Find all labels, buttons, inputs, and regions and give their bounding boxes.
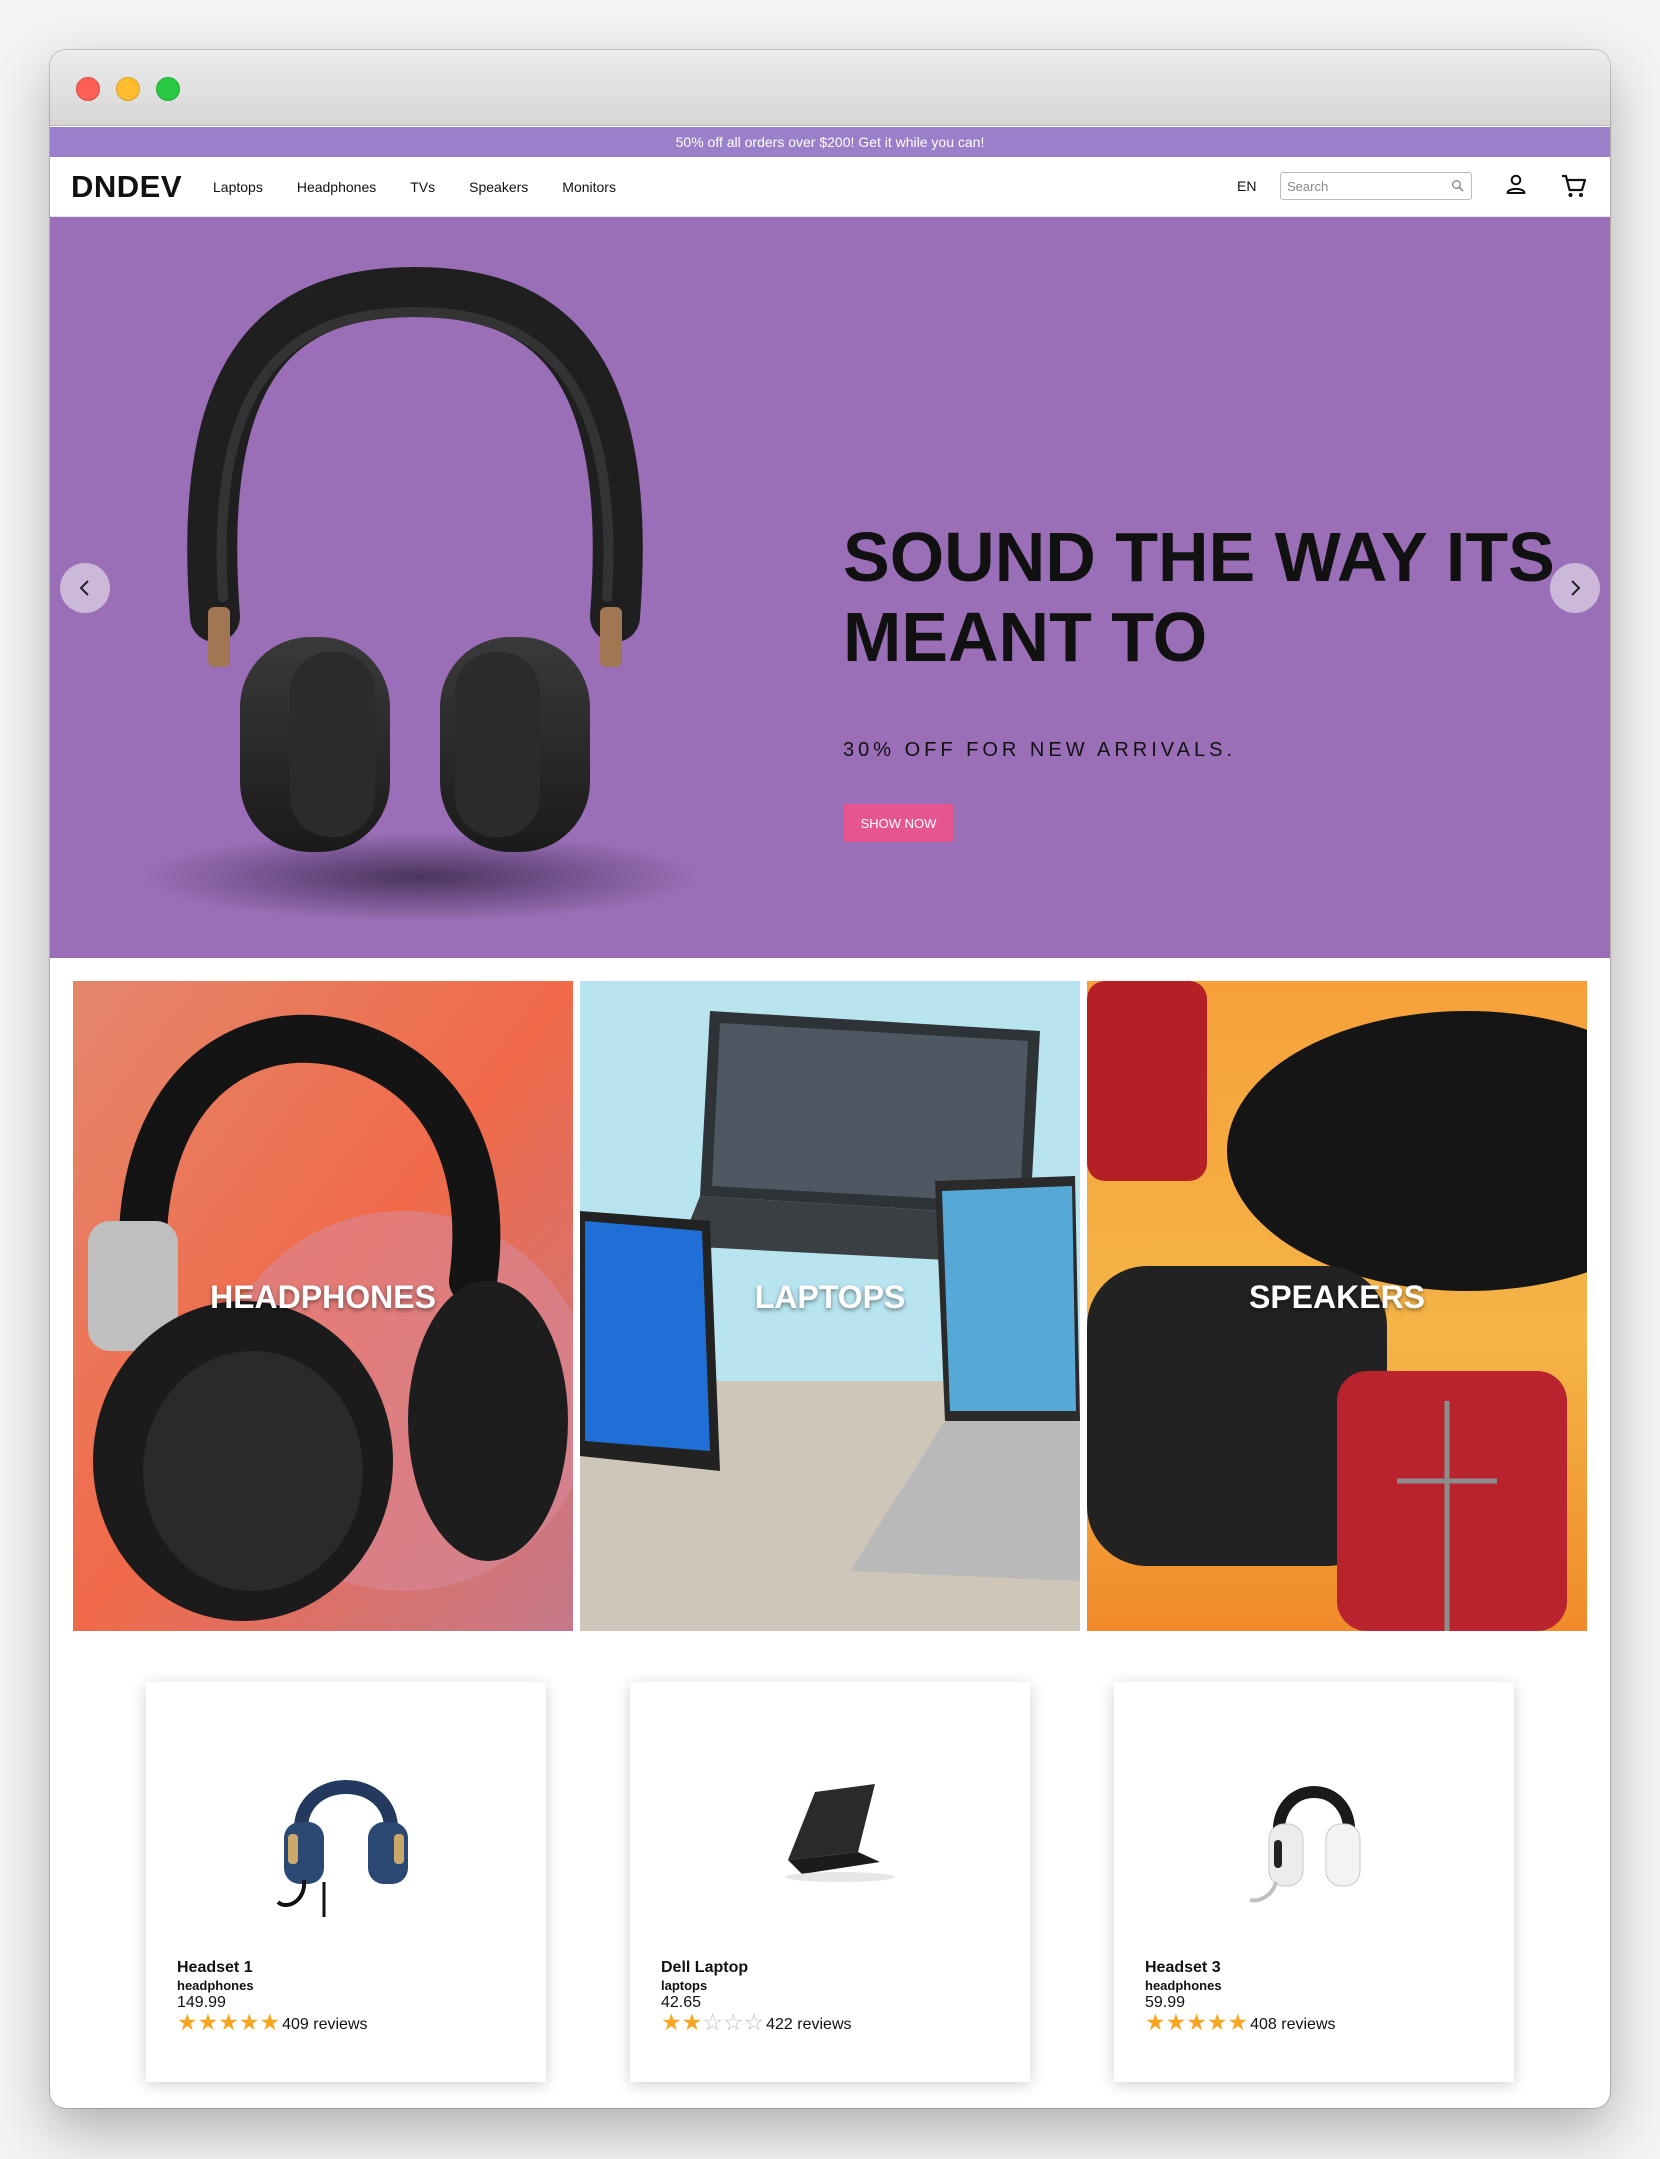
star-filled-icon: ★ [1145, 2009, 1166, 2035]
carousel-next-button[interactable] [1550, 563, 1600, 613]
nav-links: Laptops Headphones TVs Speakers Monitors [213, 157, 616, 217]
category-label-laptops: LAPTOPS [754, 1279, 906, 1315]
star-empty-icon: ☆ [722, 2009, 744, 2035]
product-name: Headset 1 [177, 1959, 253, 1976]
product-rating: ★ ★ ☆ ☆ ☆ 422 reviews [661, 2010, 852, 2034]
close-window-button[interactable] [76, 77, 100, 101]
hero-carousel: SOUND THE WAY ITS MEANT TO 30% OFF FOR N… [50, 217, 1610, 958]
star-filled-icon: ★ [1227, 2009, 1249, 2035]
navbar: DNDEV Laptops Headphones TVs Speakers Mo… [50, 157, 1610, 217]
review-count: 409 reviews [282, 2015, 368, 2033]
category-tile-headphones[interactable]: HEADPHONES [73, 981, 573, 1631]
product-name: Headset 3 [1145, 1959, 1221, 1976]
search-icon[interactable] [1451, 179, 1465, 193]
nav-link-headphones[interactable]: Headphones [297, 179, 376, 195]
product-image-dell-laptop [785, 1784, 895, 1882]
product-image-headset-1 [276, 1780, 408, 1917]
search-input[interactable] [1281, 173, 1441, 199]
hero-subtitle: 30% OFF FOR NEW ARRIVALS. [843, 739, 1237, 761]
category-label-headphones: HEADPHONES [210, 1279, 436, 1315]
promo-text: 50% off all orders over $200! Get it whi… [675, 134, 985, 150]
star-filled-icon: ★ [661, 2009, 682, 2035]
product-category: headphones [1145, 1978, 1222, 1993]
nav-link-laptops[interactable]: Laptops [213, 179, 263, 195]
star-filled-icon: ★ [218, 2009, 239, 2035]
product-card[interactable]: Headset 1 headphones 149.99 ★ ★ ★ ★ ★ 409 rev… [146, 1682, 546, 2082]
star-empty-icon: ☆ [702, 2009, 723, 2035]
star-filled-icon: ★ [177, 2009, 198, 2035]
star-empty-icon: ☆ [743, 2009, 765, 2035]
star-filled-icon: ★ [259, 2009, 281, 2035]
star-filled-icon: ★ [681, 2009, 703, 2035]
star-filled-icon: ★ [1206, 2009, 1228, 2035]
category-tile-speakers[interactable]: SPEAKERS [1087, 981, 1587, 1631]
promo-banner: 50% off all orders over $200! Get it whi… [50, 127, 1610, 157]
chevron-left-icon [79, 580, 89, 596]
product-name: Dell Laptop [661, 1959, 749, 1976]
nav-link-speakers[interactable]: Speakers [469, 179, 528, 195]
product-category: headphones [177, 1978, 254, 1993]
site-logo[interactable]: DNDEV [71, 169, 182, 205]
nav-link-monitors[interactable]: Monitors [562, 179, 616, 195]
carousel-prev-button[interactable] [60, 563, 110, 613]
maximize-window-button[interactable] [156, 77, 180, 101]
star-filled-icon: ★ [197, 2009, 219, 2035]
product-category: laptops [661, 1978, 708, 1993]
window-titlebar [50, 50, 1610, 126]
category-tile-laptops[interactable]: LAPTOPS [580, 981, 1080, 1631]
star-filled-icon: ★ [1186, 2009, 1207, 2035]
minimize-window-button[interactable] [116, 77, 140, 101]
hero-title: SOUND THE WAY ITS MEANT TO [843, 518, 1555, 676]
nav-link-tvs[interactable]: TVs [410, 179, 435, 195]
hero-headphones-image [140, 266, 700, 922]
search-box [1280, 172, 1472, 200]
product-image-headset-3 [1249, 1786, 1361, 1903]
account-icon[interactable] [1502, 171, 1530, 199]
show-now-button[interactable]: SHOW NOW [843, 804, 954, 842]
review-count: 422 reviews [766, 2015, 852, 2033]
browser-window: 50% off all orders over $200! Get it whi… [50, 50, 1610, 2108]
cart-icon[interactable] [1559, 171, 1589, 201]
product-rating: ★ ★ ★ ★ ★ 408 reviews [1145, 2010, 1336, 2034]
review-count: 408 reviews [1250, 2015, 1336, 2033]
product-rating: ★ ★ ★ ★ ★ 409 reviews [177, 2010, 368, 2034]
category-label-speakers: SPEAKERS [1248, 1279, 1426, 1315]
star-filled-icon: ★ [238, 2009, 260, 2035]
category-grid: HEADPHONES LAPTOPS SPEAKERS [50, 958, 1610, 1648]
star-filled-icon: ★ [1165, 2009, 1187, 2035]
language-selector[interactable]: EN [1237, 178, 1256, 194]
product-card[interactable]: Dell Laptop laptops 42.65 ★ ★ ☆ ☆ ☆ 422 revie… [630, 1682, 1030, 2082]
product-card[interactable]: Headset 3 headphones 59.99 ★ ★ ★ ★ ★ 408 revi… [1114, 1682, 1514, 2082]
chevron-right-icon [1571, 580, 1581, 596]
